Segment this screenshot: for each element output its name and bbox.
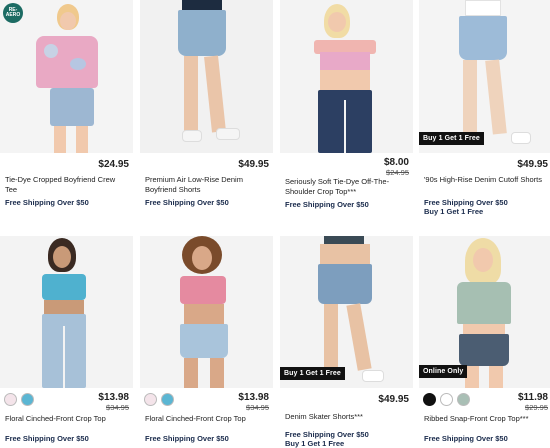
product-name[interactable]: Floral Cinched-Front Crop Top bbox=[140, 414, 273, 428]
swatch-black[interactable] bbox=[423, 393, 436, 406]
color-swatches bbox=[144, 393, 174, 406]
original-price: $34.95 bbox=[106, 403, 129, 412]
product-card[interactable]: $49.95 Premium Air Low-Rise Denim Boyfri… bbox=[140, 0, 273, 207]
product-name[interactable]: Premium Air Low-Rise Denim Boyfriend Sho… bbox=[140, 175, 273, 195]
product-card[interactable]: $8.00 $24.95 Seriously Soft Tie-Dye Off-… bbox=[280, 0, 413, 209]
product-image[interactable] bbox=[0, 236, 133, 388]
product-image[interactable] bbox=[280, 0, 413, 153]
shipping-note: Free Shipping Over $50 bbox=[285, 200, 369, 209]
swatch-blue-floral[interactable] bbox=[161, 393, 174, 406]
product-image[interactable] bbox=[140, 0, 273, 153]
product-card[interactable]: $13.98 $34.95 Floral Cinched-Front Crop … bbox=[140, 236, 273, 443]
product-image[interactable]: RE-AERO bbox=[0, 0, 133, 153]
product-card[interactable]: Online Only $11.98 $29.95 Ribbed Snap-Fr… bbox=[419, 236, 550, 443]
color-swatches bbox=[4, 393, 34, 406]
product-grid: RE-AERO $24.95 Tie-Dye Cropped Boyfriend… bbox=[0, 0, 550, 448]
product-image[interactable]: Buy 1 Get 1 Free bbox=[280, 236, 413, 388]
product-price: $8.00 bbox=[383, 157, 409, 168]
original-price: $34.95 bbox=[246, 403, 269, 412]
product-card[interactable]: Buy 1 Get 1 Free $49.95 '90s High-Rise D… bbox=[419, 0, 550, 216]
swatch-pink-floral[interactable] bbox=[144, 393, 157, 406]
product-price: $49.95 bbox=[378, 394, 409, 405]
product-card[interactable]: Buy 1 Get 1 Free $49.95 Denim Skater Sho… bbox=[280, 236, 413, 448]
product-image[interactable]: Buy 1 Get 1 Free bbox=[419, 0, 550, 153]
product-price: $13.98 bbox=[98, 392, 129, 403]
shipping-note: Free Shipping Over $50 bbox=[285, 430, 369, 439]
product-name[interactable]: '90s High-Rise Denim Cutoff Shorts bbox=[419, 175, 550, 195]
product-name[interactable]: Ribbed Snap-Front Crop Top*** bbox=[419, 414, 550, 428]
shipping-note: Free Shipping Over $50 bbox=[424, 198, 508, 207]
product-price: $24.95 bbox=[98, 159, 129, 170]
swatch-blue-floral[interactable] bbox=[21, 393, 34, 406]
product-name[interactable]: Floral Cinched-Front Crop Top bbox=[0, 414, 133, 428]
original-price: $24.95 bbox=[386, 168, 409, 177]
swatch-white[interactable] bbox=[440, 393, 453, 406]
color-swatches bbox=[423, 393, 470, 406]
promo-badge: Buy 1 Get 1 Free bbox=[419, 132, 484, 145]
product-price: $11.98 bbox=[517, 392, 548, 403]
product-price: $49.95 bbox=[238, 159, 269, 170]
online-only-badge: Online Only bbox=[419, 365, 468, 378]
product-image[interactable] bbox=[140, 236, 273, 388]
product-image[interactable]: Online Only bbox=[419, 236, 550, 388]
original-price: $29.95 bbox=[525, 403, 548, 412]
product-name[interactable]: Seriously Soft Tie-Dye Off-The-Shoulder … bbox=[280, 177, 413, 197]
eco-badge-icon: RE-AERO bbox=[3, 3, 23, 23]
product-card[interactable]: RE-AERO $24.95 Tie-Dye Cropped Boyfriend… bbox=[0, 0, 133, 207]
promo-note: Buy 1 Get 1 Free bbox=[285, 439, 345, 448]
shipping-note: Free Shipping Over $50 bbox=[145, 198, 229, 207]
product-name[interactable]: Denim Skater Shorts*** bbox=[280, 412, 413, 426]
product-price: $49.95 bbox=[517, 159, 548, 170]
product-name[interactable]: Tie-Dye Cropped Boyfriend Crew Tee bbox=[0, 175, 133, 195]
shipping-note: Free Shipping Over $50 bbox=[5, 198, 89, 207]
swatch-pink-floral[interactable] bbox=[4, 393, 17, 406]
product-price: $13.98 bbox=[238, 392, 269, 403]
promo-note: Buy 1 Get 1 Free bbox=[424, 207, 484, 216]
promo-badge: Buy 1 Get 1 Free bbox=[280, 367, 345, 380]
product-card[interactable]: $13.98 $34.95 Floral Cinched-Front Crop … bbox=[0, 236, 133, 443]
swatch-sage[interactable] bbox=[457, 393, 470, 406]
